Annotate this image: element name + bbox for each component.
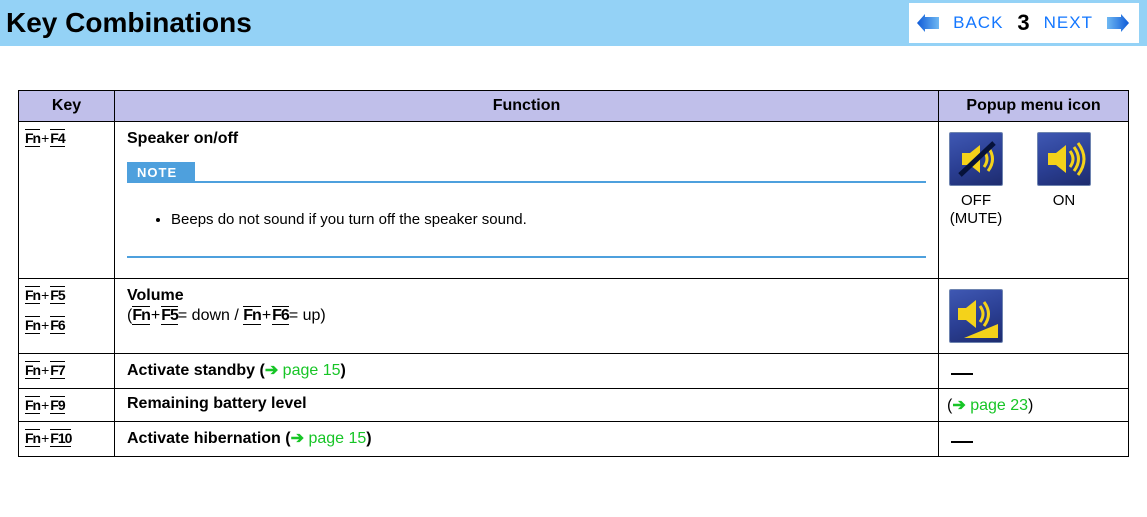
icon-off-label: OFF(MUTE) bbox=[950, 192, 1003, 228]
key-combinations-table: Key Function Popup menu icon Fn+F4 Speak… bbox=[18, 90, 1129, 457]
icon-on: ON bbox=[1037, 132, 1091, 228]
icon-cell bbox=[939, 279, 1129, 354]
function-title: Remaining battery level bbox=[127, 395, 307, 412]
page-link[interactable]: page 23 bbox=[970, 397, 1028, 414]
note-box: NOTE Beeps do not sound if you turn off … bbox=[127, 162, 926, 258]
th-icon: Popup menu icon bbox=[939, 91, 1129, 122]
function-cell: Speaker on/off NOTE Beeps do not sound i… bbox=[115, 122, 939, 279]
next-link[interactable]: NEXT bbox=[1044, 13, 1093, 33]
function-title: Speaker on/off bbox=[127, 130, 926, 148]
page-title: Key Combinations bbox=[6, 7, 252, 39]
icon-cell: (➔ page 23) bbox=[939, 389, 1129, 422]
back-arrow-icon[interactable] bbox=[917, 14, 939, 32]
function-cell: Activate standby (➔ page 15) bbox=[115, 354, 939, 389]
key-cell: Fn+F10 bbox=[19, 422, 115, 457]
table-row: Fn+F9 Remaining battery level (➔ page 23… bbox=[19, 389, 1129, 422]
nav-bar: BACK 3 NEXT bbox=[909, 3, 1139, 43]
no-icon-dash bbox=[951, 441, 973, 443]
th-function: Function bbox=[115, 91, 939, 122]
note-item: Beeps do not sound if you turn off the s… bbox=[171, 211, 926, 228]
arrow-right-icon: ➔ bbox=[291, 430, 309, 447]
note-label: NOTE bbox=[127, 162, 195, 183]
icon-cell: OFF(MUTE) ON bbox=[939, 122, 1129, 279]
page-link[interactable]: page 15 bbox=[308, 430, 366, 447]
content-area: Key Function Popup menu icon Fn+F4 Speak… bbox=[0, 46, 1147, 457]
arrow-right-icon: ➔ bbox=[265, 362, 283, 379]
key-cell: Fn+F9 bbox=[19, 389, 115, 422]
speaker-on-icon bbox=[1037, 132, 1091, 186]
function-cell: Remaining battery level bbox=[115, 389, 939, 422]
table-row: Fn+F10 Activate hibernation (➔ page 15) bbox=[19, 422, 1129, 457]
icon-cell bbox=[939, 422, 1129, 457]
icon-cell bbox=[939, 354, 1129, 389]
table-row: Fn+F7 Activate standby (➔ page 15) bbox=[19, 354, 1129, 389]
page-link[interactable]: page 15 bbox=[283, 362, 341, 379]
key-plus: + bbox=[40, 130, 50, 146]
volume-detail: (Fn+F5= down / Fn+F6= up) bbox=[127, 307, 926, 325]
icon-off: OFF(MUTE) bbox=[949, 132, 1003, 228]
speaker-volume-icon bbox=[949, 289, 1003, 343]
key-cell: Fn+F7 bbox=[19, 354, 115, 389]
page-header: Key Combinations BACK 3 NEXT bbox=[0, 0, 1147, 46]
page-number: 3 bbox=[1017, 10, 1029, 36]
table-row: Fn+F4 Speaker on/off NOTE Beeps do not s… bbox=[19, 122, 1129, 279]
note-list: Beeps do not sound if you turn off the s… bbox=[127, 199, 926, 240]
th-key: Key bbox=[19, 91, 115, 122]
back-link[interactable]: BACK bbox=[953, 13, 1003, 33]
speaker-mute-icon bbox=[949, 132, 1003, 186]
key-fn: Fn bbox=[25, 129, 40, 147]
key-cell: Fn+F4 bbox=[19, 122, 115, 279]
icon-on-label: ON bbox=[1053, 192, 1076, 210]
function-cell: Volume (Fn+F5= down / Fn+F6= up) bbox=[115, 279, 939, 354]
no-icon-dash bbox=[951, 373, 973, 375]
next-arrow-icon[interactable] bbox=[1107, 14, 1129, 32]
key-cell: Fn+F5 Fn+F6 bbox=[19, 279, 115, 354]
arrow-right-icon: ➔ bbox=[952, 397, 970, 414]
table-row: Fn+F5 Fn+F6 Volume (Fn+F5= down / Fn+F6=… bbox=[19, 279, 1129, 354]
function-title: Volume bbox=[127, 287, 926, 305]
function-cell: Activate hibernation (➔ page 15) bbox=[115, 422, 939, 457]
key-f: F4 bbox=[50, 129, 64, 147]
